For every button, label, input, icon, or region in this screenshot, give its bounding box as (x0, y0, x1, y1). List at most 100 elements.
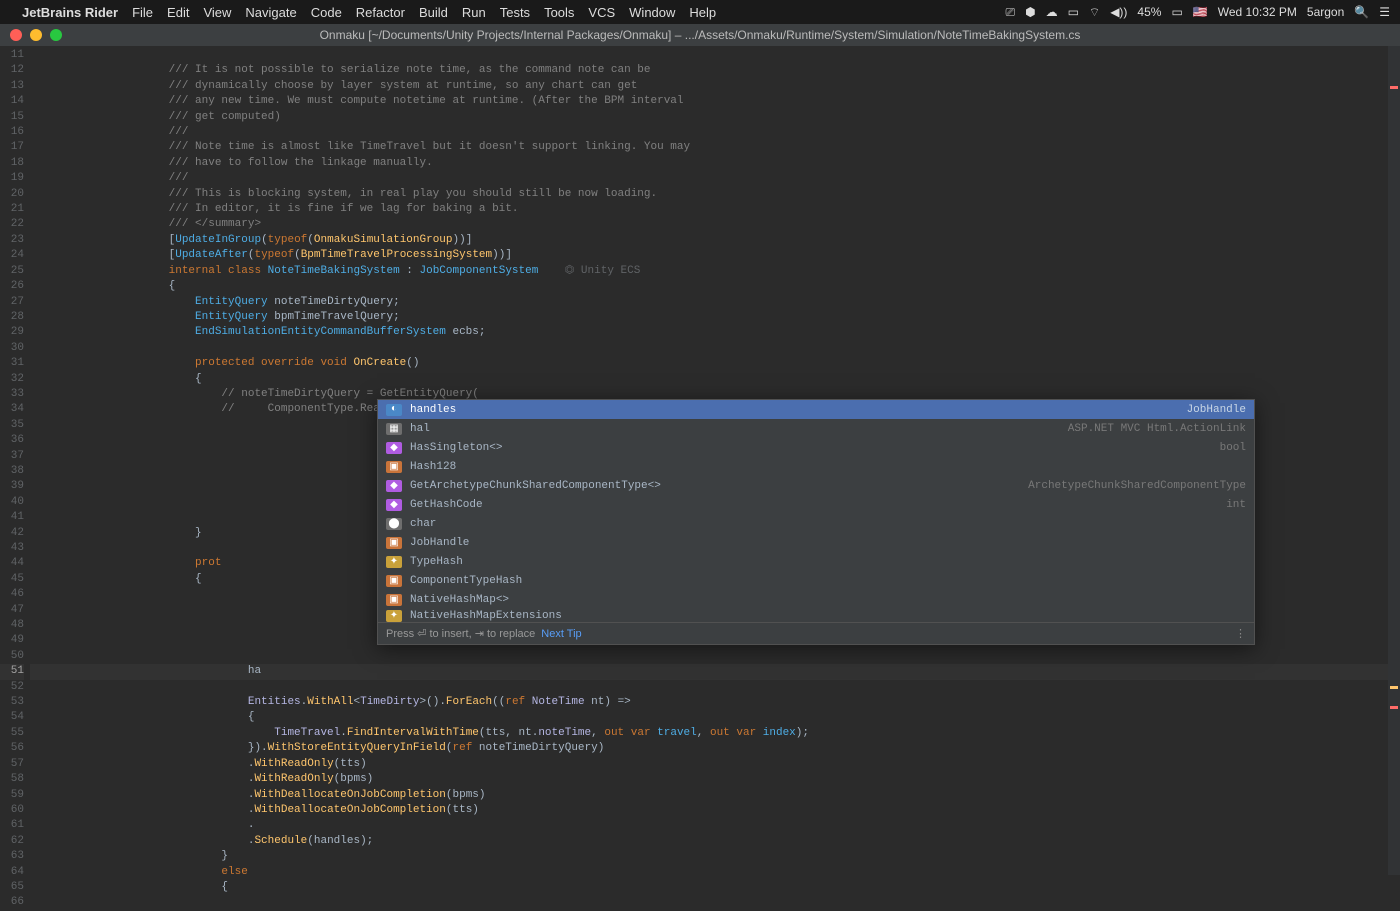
line-number[interactable]: 46 (0, 587, 24, 602)
menu-tests[interactable]: Tests (500, 5, 530, 20)
menu-view[interactable]: View (203, 5, 231, 20)
menu-window[interactable]: Window (629, 5, 675, 20)
menu-edit[interactable]: Edit (167, 5, 189, 20)
search-icon[interactable]: 🔍 (1354, 5, 1369, 19)
menu-file[interactable]: File (132, 5, 153, 20)
scroll-marker-bar[interactable] (1388, 46, 1400, 875)
menu-tools[interactable]: Tools (544, 5, 574, 20)
menu-vcs[interactable]: VCS (588, 5, 615, 20)
popup-menu-icon[interactable]: ⋮ (1235, 627, 1246, 640)
completion-item[interactable]: ◆GetHashCodeint (378, 495, 1254, 514)
line-number[interactable]: 34 (0, 402, 24, 417)
line-number[interactable]: 47 (0, 603, 24, 618)
line-number[interactable]: 62 (0, 834, 24, 849)
close-button[interactable] (10, 29, 22, 41)
line-number[interactable]: 20 (0, 187, 24, 202)
chromecast-icon[interactable]: ⎚ (1005, 5, 1015, 20)
line-number[interactable]: 12 (0, 63, 24, 78)
wifi-icon[interactable]: ⌔ (1089, 5, 1100, 20)
line-number[interactable]: 63 (0, 849, 24, 864)
completion-item[interactable]: ▣NativeHashMap<> (378, 590, 1254, 609)
maximize-button[interactable] (50, 29, 62, 41)
line-number[interactable]: 16 (0, 125, 24, 140)
menu-build[interactable]: Build (419, 5, 448, 20)
line-number[interactable]: 60 (0, 803, 24, 818)
completion-item[interactable]: ◆HasSingleton<>bool (378, 438, 1254, 457)
line-number[interactable]: 15 (0, 110, 24, 125)
line-number[interactable]: 33 (0, 387, 24, 402)
line-number[interactable]: 61 (0, 818, 24, 833)
line-number[interactable]: 14 (0, 94, 24, 109)
line-number[interactable]: 30 (0, 341, 24, 356)
line-number[interactable]: 51 (0, 664, 24, 679)
line-number[interactable]: 13 (0, 79, 24, 94)
menu-refactor[interactable]: Refactor (356, 5, 405, 20)
completion-item[interactable]: ▣ComponentTypeHash (378, 571, 1254, 590)
clock[interactable]: Wed 10:32 PM (1218, 5, 1297, 19)
line-number[interactable]: 43 (0, 541, 24, 556)
completion-item[interactable]: ◐handlesJobHandle (378, 400, 1254, 419)
line-number[interactable]: 24 (0, 248, 24, 263)
line-number[interactable]: 59 (0, 788, 24, 803)
line-number[interactable]: 23 (0, 233, 24, 248)
line-number[interactable]: 28 (0, 310, 24, 325)
completion-item[interactable]: ✦TypeHash (378, 552, 1254, 571)
line-number[interactable]: 48 (0, 618, 24, 633)
menu-code[interactable]: Code (311, 5, 342, 20)
line-number[interactable]: 54 (0, 710, 24, 725)
line-number[interactable]: 18 (0, 156, 24, 171)
line-number[interactable]: 44 (0, 556, 24, 571)
line-number[interactable]: 41 (0, 510, 24, 525)
menu-icon[interactable]: ☰ (1379, 5, 1390, 19)
line-number[interactable]: 21 (0, 202, 24, 217)
display-icon[interactable]: ▭ (1068, 5, 1079, 19)
line-number[interactable]: 25 (0, 264, 24, 279)
menu-run[interactable]: Run (462, 5, 486, 20)
app-name[interactable]: JetBrains Rider (22, 5, 118, 20)
line-number[interactable]: 65 (0, 880, 24, 895)
cloud-icon[interactable]: ☁ (1046, 5, 1058, 19)
warning-marker[interactable] (1390, 686, 1398, 689)
line-number[interactable]: 50 (0, 649, 24, 664)
line-number[interactable]: 38 (0, 464, 24, 479)
line-number[interactable]: 19 (0, 171, 24, 186)
line-number[interactable]: 29 (0, 325, 24, 340)
line-number[interactable]: 52 (0, 680, 24, 695)
line-number[interactable]: 17 (0, 140, 24, 155)
minimize-button[interactable] (30, 29, 42, 41)
line-number[interactable]: 57 (0, 757, 24, 772)
line-number[interactable]: 49 (0, 633, 24, 648)
line-number[interactable]: 31 (0, 356, 24, 371)
user-name[interactable]: 5argon (1307, 5, 1344, 19)
error-marker[interactable] (1390, 86, 1398, 89)
menu-help[interactable]: Help (689, 5, 716, 20)
line-number[interactable]: 53 (0, 695, 24, 710)
line-number[interactable]: 58 (0, 772, 24, 787)
line-number[interactable]: 55 (0, 726, 24, 741)
line-number[interactable]: 35 (0, 418, 24, 433)
volume-icon[interactable]: ◀)) (1110, 5, 1127, 19)
line-number[interactable]: 32 (0, 372, 24, 387)
battery-icon[interactable]: ▭ (1171, 5, 1182, 19)
next-tip-link[interactable]: Next Tip (541, 628, 581, 640)
line-gutter[interactable]: 1112131415161718192021222324252627282930… (0, 46, 30, 875)
line-number[interactable]: 39 (0, 479, 24, 494)
line-number[interactable]: 27 (0, 295, 24, 310)
line-number[interactable]: 11 (0, 48, 24, 63)
line-number[interactable]: 45 (0, 572, 24, 587)
dropbox-icon[interactable]: ⬢ (1025, 5, 1035, 19)
completion-item[interactable]: ▦halASP.NET MVC Html.ActionLink (378, 419, 1254, 438)
menu-navigate[interactable]: Navigate (245, 5, 296, 20)
line-number[interactable]: 22 (0, 217, 24, 232)
line-number[interactable]: 36 (0, 433, 24, 448)
flag-icon[interactable]: 🇺🇸 (1193, 5, 1208, 19)
line-number[interactable]: 66 (0, 895, 24, 910)
completion-item[interactable]: ▣Hash128 (378, 457, 1254, 476)
line-number[interactable]: 64 (0, 865, 24, 880)
completion-item[interactable]: ◆GetArchetypeChunkSharedComponentType<>A… (378, 476, 1254, 495)
completion-item[interactable]: ▣JobHandle (378, 533, 1254, 552)
line-number[interactable]: 40 (0, 495, 24, 510)
line-number[interactable]: 56 (0, 741, 24, 756)
line-number[interactable]: 42 (0, 526, 24, 541)
completion-item[interactable]: ⬤char (378, 514, 1254, 533)
